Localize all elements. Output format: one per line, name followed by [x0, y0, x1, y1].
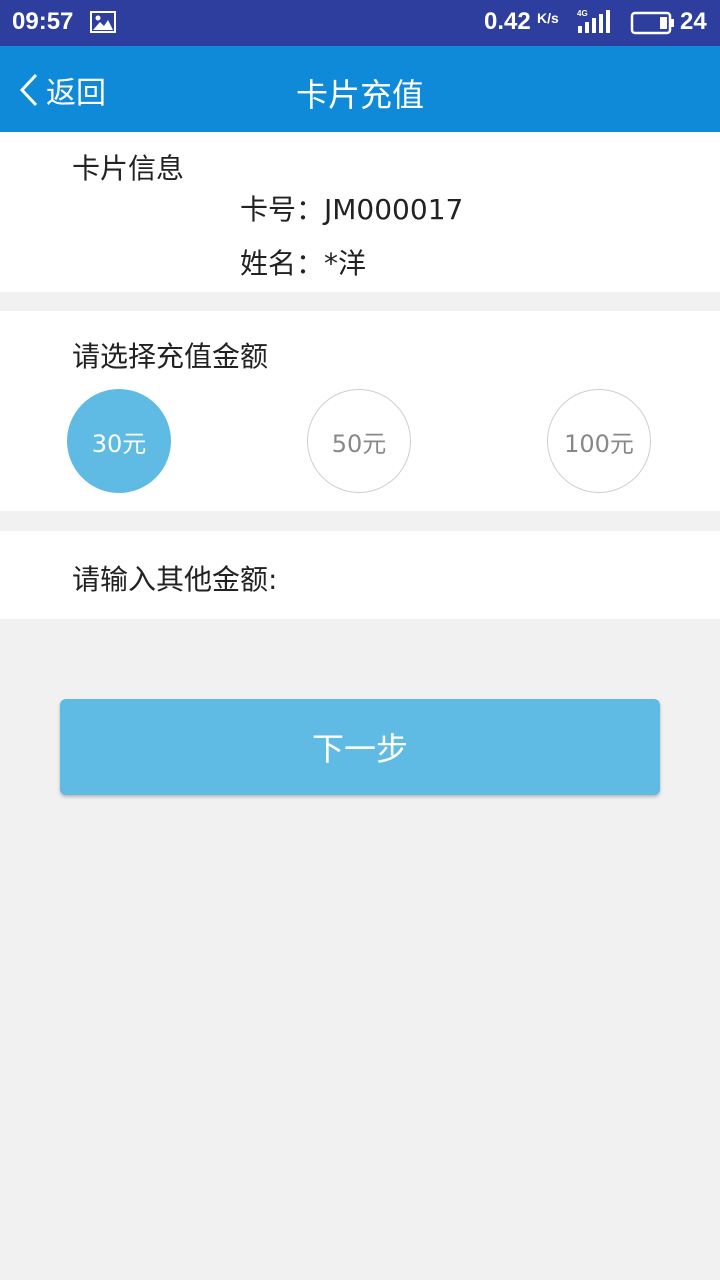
battery-icon [630, 11, 676, 39]
next-step-button[interactable]: 下一步 [60, 699, 660, 795]
card-number-value: JM000017 [324, 193, 464, 226]
amount-option-100[interactable]: 100元 [547, 389, 651, 493]
card-info-panel: 卡片信息 卡号：JM000017 姓名：*洋 [0, 132, 720, 292]
battery-level: 24 [680, 8, 707, 35]
other-amount-input[interactable] [300, 547, 680, 603]
card-number-row: 卡号：JM000017 [240, 188, 463, 228]
amount-option-30[interactable]: 30元 [67, 389, 171, 493]
card-name-label: 姓名： [240, 247, 325, 280]
network-speed: 0.42 [484, 8, 531, 35]
image-notification-icon [90, 11, 116, 37]
amount-title: 请选择充值金额 [72, 340, 269, 373]
signal-4g-icon: 4G [576, 8, 616, 40]
svg-text:4G: 4G [577, 9, 588, 18]
app-bar: 返回 卡片充值 [0, 46, 720, 132]
other-amount-panel: 请输入其他金额: [0, 531, 720, 619]
card-name-value: *洋 [324, 247, 367, 280]
status-time: 09:57 [12, 8, 74, 35]
other-amount-label: 请输入其他金额: [72, 563, 278, 596]
card-info-title: 卡片信息 [72, 152, 185, 185]
card-name-row: 姓名：*洋 [240, 242, 366, 282]
page-title: 卡片充值 [295, 76, 424, 114]
network-speed-unit: K/s [537, 10, 559, 26]
card-number-label: 卡号： [240, 193, 325, 226]
amount-panel: 请选择充值金额 30元 50元 100元 [0, 311, 720, 511]
amount-option-50[interactable]: 50元 [307, 389, 411, 493]
status-bar: 09:57 0.42 K/s 4G 24 [0, 0, 720, 46]
